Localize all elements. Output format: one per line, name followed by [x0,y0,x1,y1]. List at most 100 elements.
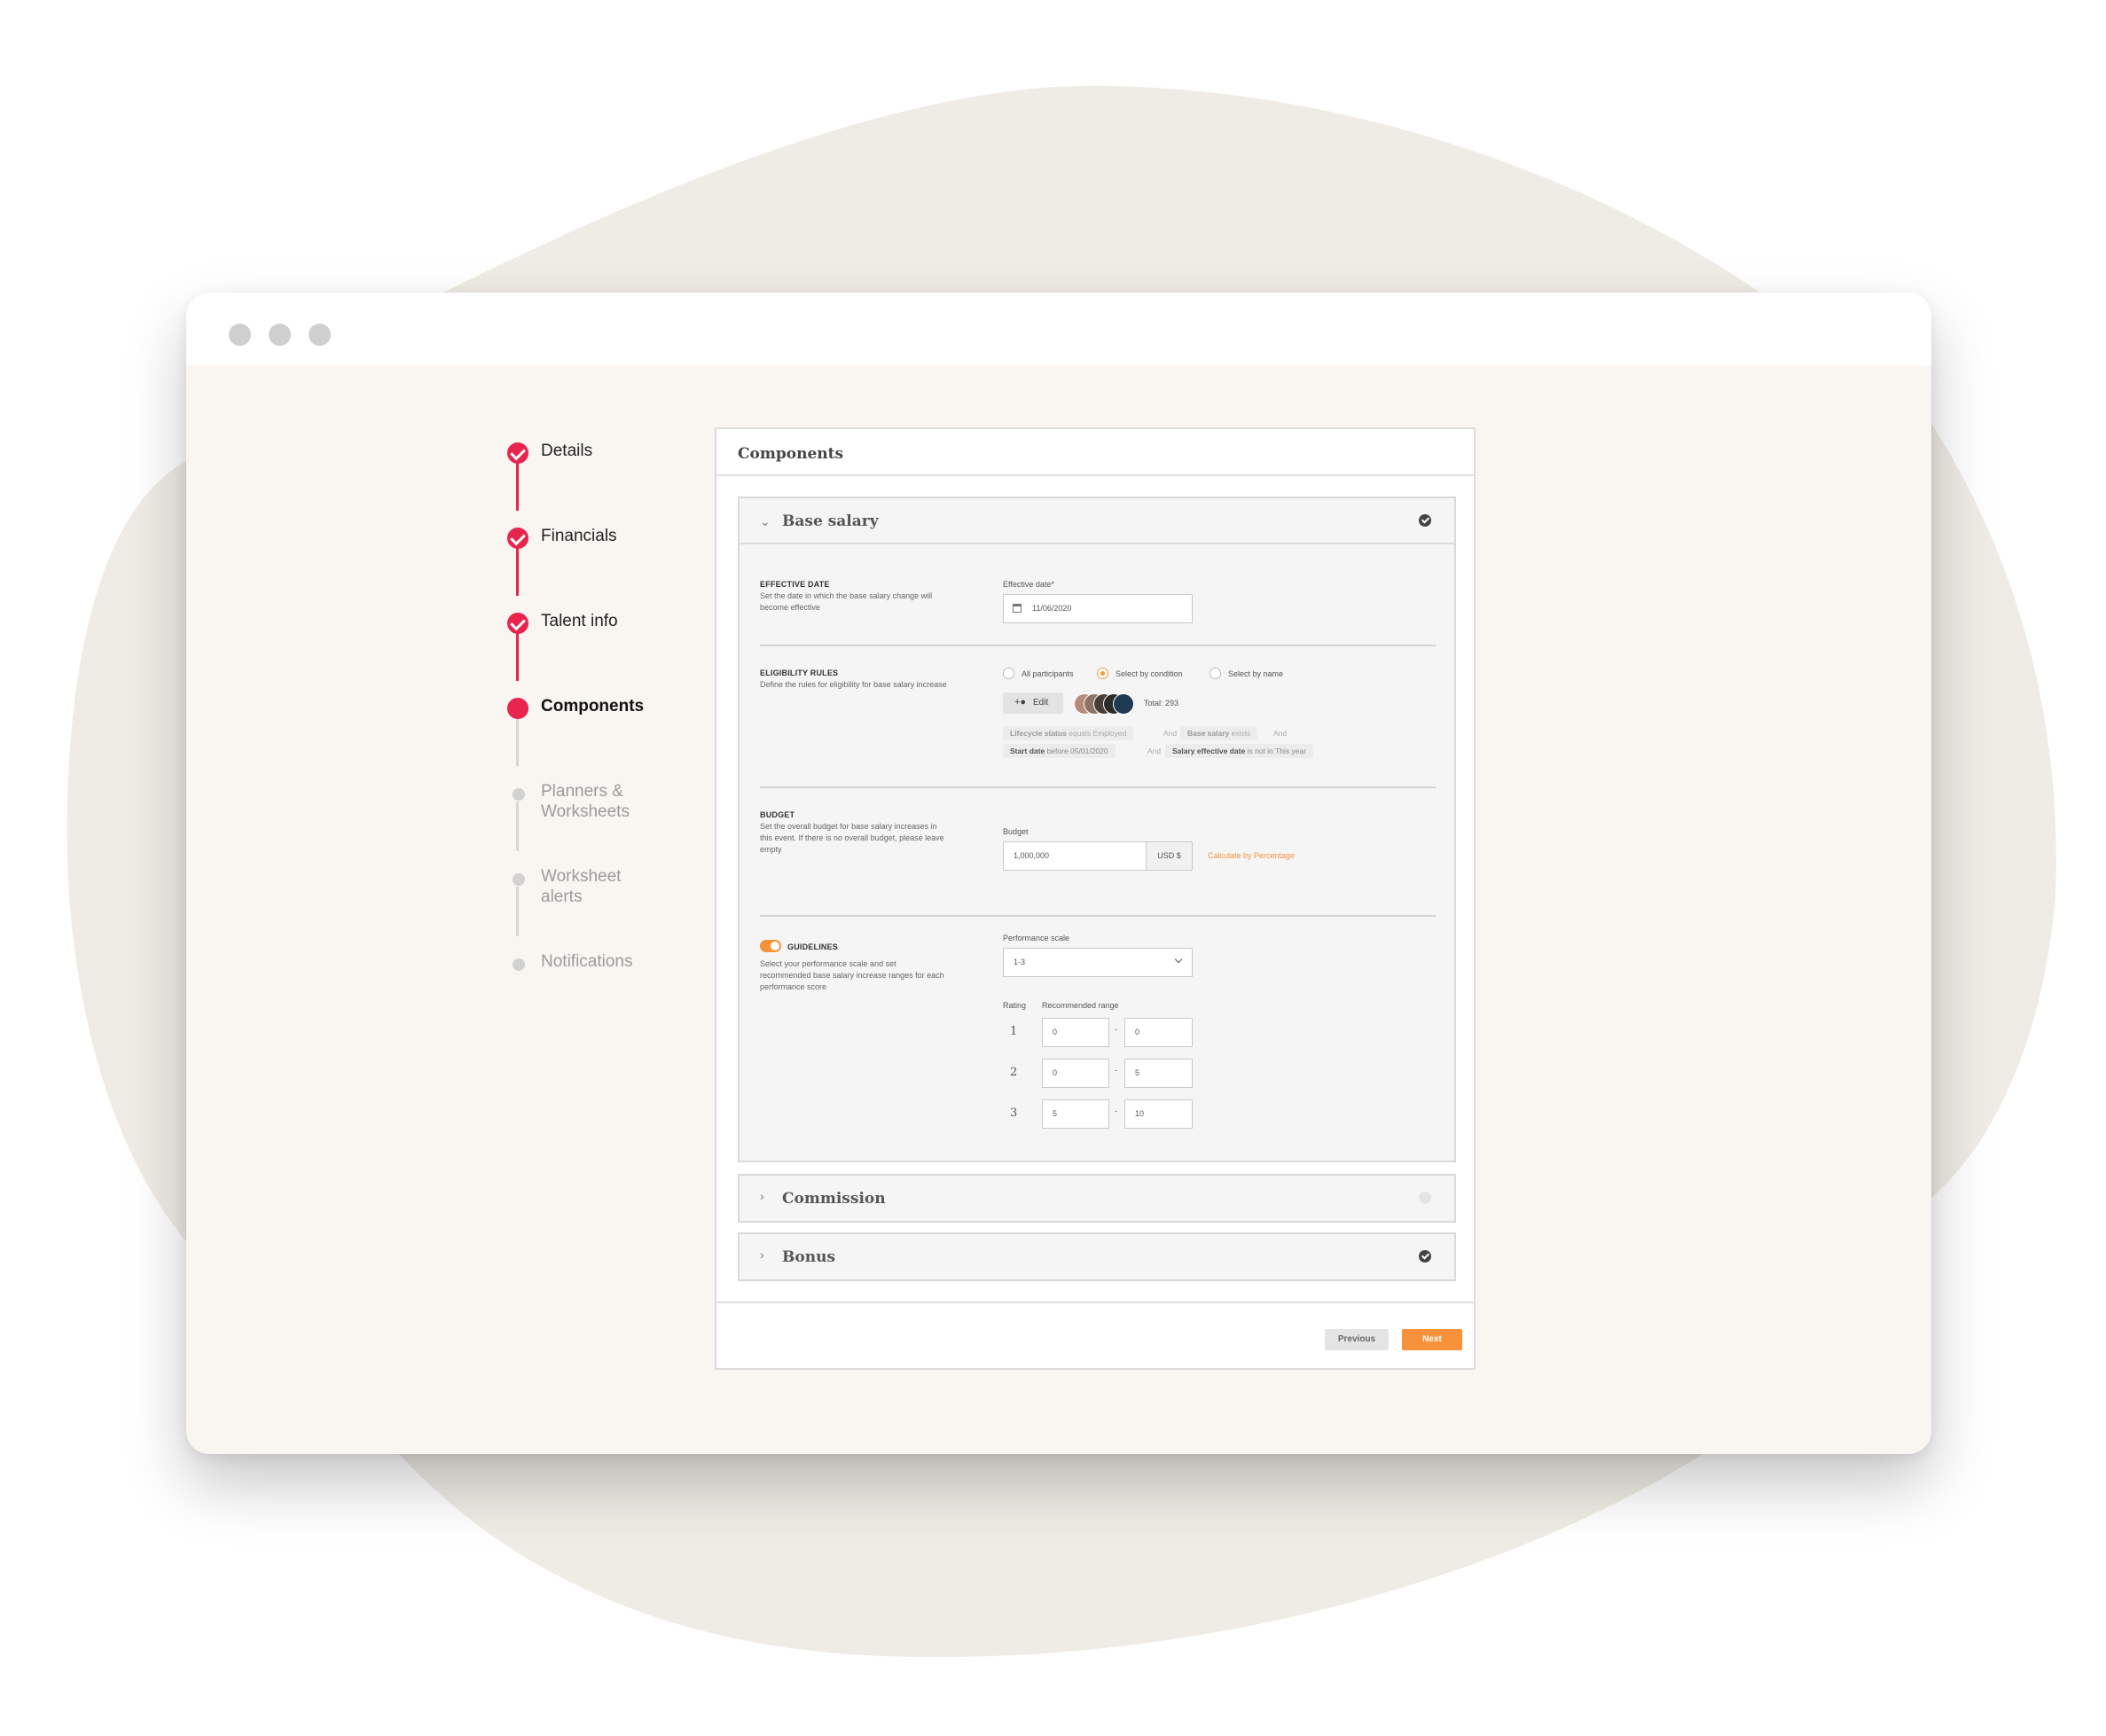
accordion-header[interactable]: › Commission [740,1176,1454,1222]
card-title: Components [738,445,844,463]
effective-date-input[interactable]: 11/06/2020 [1003,594,1193,623]
section-description: Select your performance scale and set re… [760,959,944,991]
accordion-header[interactable]: ⌄ Base salary [740,498,1454,544]
step-label: Financials [541,527,617,545]
radio-label: Select by condition [1116,669,1183,678]
range-max-value: 10 [1135,1109,1145,1118]
rating-value: 3 [1010,1107,1018,1120]
status-check-icon [1419,514,1431,527]
condition-chip[interactable]: Salary effective date is not in This yea… [1165,744,1314,758]
dropdown-chevron-icon [1174,955,1183,964]
guidelines-toggle[interactable] [760,940,781,952]
radio-select-by-condition[interactable] [1097,668,1108,679]
status-pending-icon [1419,1192,1431,1204]
range-dash: - [1115,1066,1117,1075]
condition-chip[interactable]: Lifecycle status equals Employed [1003,726,1134,740]
divider [716,1302,1474,1303]
range-min-input[interactable]: 5 [1042,1099,1109,1129]
field-label: Performance scale [1003,934,1070,942]
step-label: Notifications [541,952,633,971]
range-max-input[interactable]: 0 [1124,1018,1193,1047]
add-user-icon: +● [1014,697,1027,708]
stepper-connector [516,461,519,511]
radio-all-participants[interactable] [1003,668,1014,679]
step-label: Worksheet alerts [541,867,622,906]
radio-select-by-name[interactable] [1210,668,1221,679]
pending-step-icon [513,958,525,971]
condition-field: Start date [1010,747,1045,755]
divider [716,474,1474,476]
components-card: Components ⌄ Base salary EFFECTIVE DATE … [715,427,1476,1370]
range-max-input[interactable]: 5 [1124,1059,1193,1088]
range-min-input[interactable]: 0 [1042,1059,1109,1088]
check-icon [507,442,528,464]
divider [760,645,1436,646]
section-description: Set the overall budget for base salary i… [760,822,944,854]
next-button[interactable]: Next [1402,1329,1462,1350]
participant-avatars [1074,693,1136,715]
step-label: Talent info [541,612,618,630]
stepper-connector [516,887,519,936]
performance-scale-value: 1-3 [1014,958,1026,966]
edit-label: Edit [1033,698,1049,708]
condition-chip[interactable]: Base salary exists [1180,726,1258,740]
budget-value: 1,000,000 [1014,851,1050,860]
accordion-title: Bonus [782,1248,835,1266]
section-description: Define the rules for eligibility for bas… [760,680,947,689]
accordion-title: Base salary [782,512,879,530]
range-min-value: 5 [1053,1109,1058,1118]
step-label: Components [541,697,645,716]
stepper-connector [516,631,519,681]
chevron-down-icon: ⌄ [760,514,771,528]
chevron-right-icon: › [760,1189,764,1203]
field-label: Effective date* [1003,580,1054,589]
window-control-dot[interactable] [269,324,291,346]
budget-input[interactable]: 1,000,000 [1003,841,1147,871]
section-title: BUDGET [760,810,795,819]
calculate-by-percentage-link[interactable]: Calculate by Percentage [1208,851,1295,860]
toggle-knob [771,942,779,950]
range-min-value: 0 [1053,1068,1058,1077]
window-control-dot[interactable] [229,324,251,346]
chevron-right-icon: › [760,1247,764,1262]
range-max-input[interactable]: 10 [1124,1099,1193,1129]
stepper-connector [516,802,519,851]
recommended-range-header: Recommended range [1042,1001,1119,1010]
edit-eligibility-button[interactable]: +● Edit [1003,692,1063,714]
range-dash: - [1115,1025,1117,1034]
status-check-icon [1419,1250,1431,1263]
performance-scale-select[interactable]: 1-3 [1003,948,1193,977]
field-label: Budget [1003,827,1029,836]
condition-rule: is not in This year [1245,747,1307,755]
stepper-connector [516,546,519,596]
condition-field: Base salary [1187,729,1230,738]
condition-operator: And [1163,729,1178,738]
condition-rule: before 05/01/2020 [1045,747,1108,755]
previous-button[interactable]: Previous [1325,1329,1389,1350]
accordion-commission: › Commission [738,1174,1456,1223]
rating-header: Rating [1003,1001,1027,1010]
accordion-base-salary: ⌄ Base salary EFFECTIVE DATE Set the dat… [738,497,1456,1162]
condition-operator: And [1273,729,1288,738]
stepper-connector [516,716,519,766]
currency-value: USD $ [1157,851,1181,860]
radio-label: Select by name [1228,669,1284,678]
condition-rule: exists [1229,729,1251,738]
range-min-value: 0 [1053,1028,1058,1036]
rating-value: 1 [1010,1025,1018,1038]
condition-field: Salary effective date [1172,747,1246,755]
rating-value: 2 [1010,1066,1018,1079]
range-min-input[interactable]: 0 [1042,1018,1109,1047]
window-control-dot[interactable] [309,324,331,346]
step-label: Planners & Worksheets [541,782,630,821]
window-titlebar [186,293,1931,365]
condition-rule: equals Employed [1066,729,1127,738]
currency-select[interactable]: USD $ [1146,841,1193,871]
divider [760,915,1436,917]
section-title: ELIGIBILITY RULES [760,669,839,677]
section-title: EFFECTIVE DATE [760,580,830,589]
accordion-header[interactable]: › Bonus [740,1234,1454,1280]
condition-operator: And [1147,747,1162,755]
range-max-value: 0 [1135,1028,1140,1036]
condition-chip[interactable]: Start date before 05/01/2020 [1003,744,1116,758]
